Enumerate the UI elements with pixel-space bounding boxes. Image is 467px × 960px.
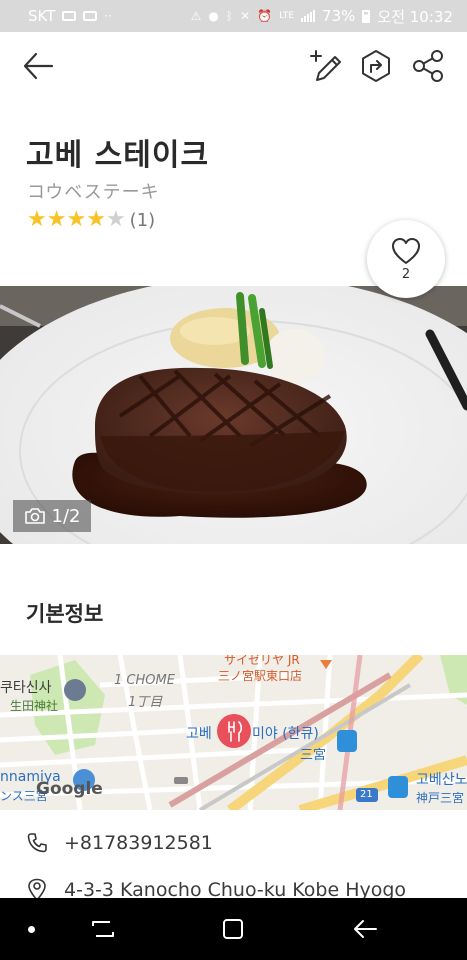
carrier-label: SKT — [28, 7, 56, 25]
heart-icon — [392, 237, 420, 264]
phone-row[interactable]: +81783912581 — [26, 832, 213, 854]
system-navigation-bar — [0, 898, 467, 960]
star-filled-icon: ★ — [66, 207, 87, 232]
back-button[interactable] — [18, 46, 58, 86]
map-label-sannomiya: 三宮 — [300, 748, 327, 763]
share-icon — [413, 50, 443, 82]
photo-counter: 1/2 — [13, 500, 91, 532]
place-name: 고베 스테이크 — [26, 138, 210, 173]
map-label-route: 21 — [360, 789, 373, 800]
review-count[interactable]: (1) — [130, 210, 156, 231]
map-label-shrine-jp: 生田神社 — [10, 699, 59, 713]
chat-notification-icon — [62, 11, 77, 21]
recent-apps-button[interactable] — [88, 914, 118, 944]
edit-pen-icon — [310, 50, 341, 81]
camera-icon — [24, 508, 45, 524]
map-label-pin-a: 고베 — [186, 726, 212, 742]
map-label-shrine-kr: 쿠타신사 — [0, 680, 52, 696]
star-filled-icon: ★ — [46, 207, 67, 232]
location-map[interactable]: 쿠타신사 生田神社 1 CHOME 1丁目 サイゼリヤ JR 三ノ宮駅東口店 고… — [0, 655, 467, 810]
edit-button[interactable] — [305, 46, 345, 86]
phone-icon — [27, 833, 47, 853]
warning-icon: ⚠ — [190, 9, 202, 23]
photo-counter-text: 1/2 — [51, 505, 81, 527]
back-nav-icon — [354, 920, 377, 938]
star-filled-icon: ★ — [27, 207, 47, 232]
status-bar-left: SKT ·· — [28, 7, 112, 25]
battery-icon — [362, 9, 371, 23]
dot-icon — [27, 925, 35, 933]
rating-stars: ★★★★★ — [27, 208, 126, 232]
place-name-local: コウベステーキ — [27, 182, 160, 203]
home-icon — [223, 919, 243, 939]
home-button[interactable] — [218, 914, 248, 944]
status-bar: SKT ·· ⚠ ● ᛒ ✕ ⏰ LTE 73% 오전 10:32 — [0, 0, 467, 32]
star-filled-icon: ★ — [86, 207, 106, 232]
battery-percent: 73% — [322, 7, 356, 25]
map-label-right-station-a: 고베산노 — [416, 772, 467, 788]
like-count: 2 — [401, 266, 411, 282]
map-label-pin-b: 미야 (한큐) — [252, 726, 319, 742]
map-label-chome-jp: 1丁目 — [128, 695, 163, 710]
network-type-label: LTE — [279, 11, 295, 21]
gallery-notification-icon — [83, 11, 98, 21]
alarm-icon: ⏰ — [257, 9, 273, 23]
back-nav-button[interactable] — [350, 914, 380, 944]
map-label-right-station-b: 神戸三宮 — [416, 791, 465, 805]
bluetooth-icon: ᛒ — [225, 9, 234, 23]
status-bar-right: ⚠ ● ᛒ ✕ ⏰ LTE 73% 오전 10:32 — [191, 6, 453, 27]
signal-icon — [301, 10, 316, 22]
more-notifications-icon: ·· — [104, 9, 112, 23]
recent-apps-icon — [92, 921, 114, 937]
share-button[interactable] — [408, 46, 448, 86]
mute-icon: ✕ — [240, 9, 251, 23]
map-label-chome-en: 1 CHOME — [114, 673, 175, 688]
phone-number[interactable]: +81783912581 — [64, 832, 213, 854]
location-icon: ● — [208, 9, 219, 23]
clock: 오전 10:32 — [377, 7, 453, 26]
directions-icon — [362, 50, 390, 82]
star-empty-icon: ★ — [105, 207, 126, 232]
google-logo: Google — [36, 779, 103, 799]
rating: ★★★★★ (1) — [27, 208, 155, 232]
back-arrow-icon — [23, 52, 54, 80]
directions-button[interactable] — [356, 46, 396, 86]
toolbar — [0, 32, 467, 102]
basic-info-title: 기본정보 — [26, 602, 104, 626]
map-label-station-top2: 三ノ宮駅東口店 — [218, 669, 303, 683]
like-button[interactable]: 2 — [367, 220, 445, 298]
nav-dot-button[interactable] — [16, 914, 46, 944]
